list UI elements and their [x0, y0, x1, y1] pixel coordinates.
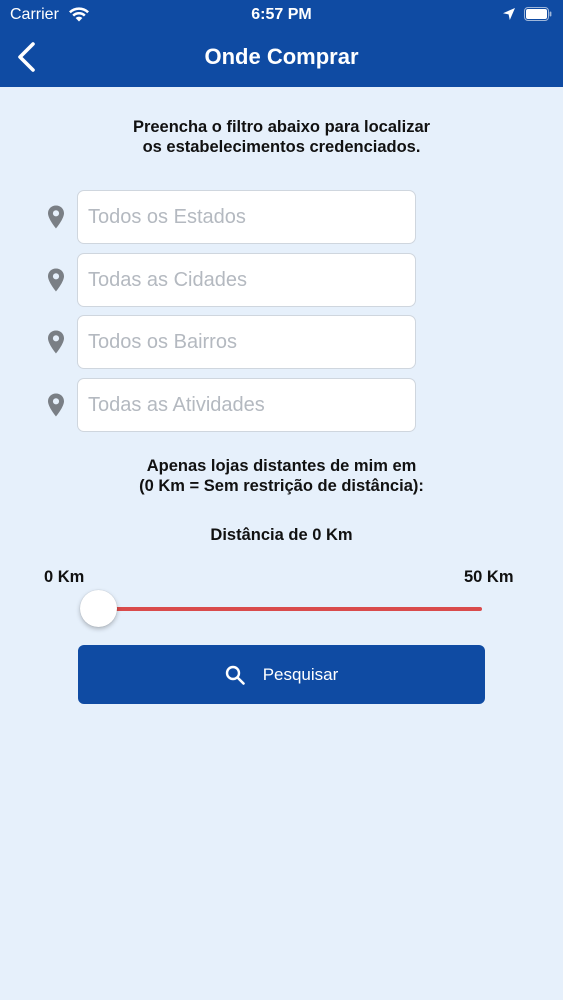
- location-arrow-icon: [503, 8, 515, 20]
- city-select-input[interactable]: [77, 253, 416, 307]
- state-select-input[interactable]: [77, 190, 416, 244]
- status-bar: Carrier 6:57 PM: [0, 0, 563, 30]
- distance-slider[interactable]: [80, 589, 484, 627]
- search-button[interactable]: Pesquisar: [78, 645, 485, 704]
- activity-select-input[interactable]: [77, 378, 416, 432]
- state-filter-row: [0, 190, 563, 244]
- page-title: Onde Comprar: [204, 44, 359, 69]
- navigation-bar: Carrier 6:57 PM Onde Comprar: [0, 0, 563, 87]
- search-icon: [225, 665, 245, 685]
- map-pin-icon: [48, 393, 64, 417]
- map-pin-icon: [48, 205, 64, 229]
- neighborhood-select-input[interactable]: [77, 315, 416, 369]
- slider-min-label: 0 Km: [44, 568, 85, 586]
- city-filter-row: [0, 253, 563, 307]
- slider-thumb[interactable]: [80, 590, 117, 627]
- intro-text: Preencha o filtro abaixo para localizar …: [60, 117, 503, 157]
- neighborhood-filter-row: [0, 315, 563, 369]
- intro-line-1: Preencha o filtro abaixo para localizar: [132, 118, 431, 136]
- slider-max-label: 50 Km: [464, 568, 514, 586]
- distance-description: Apenas lojas distantes de mim em (0 Km =…: [60, 456, 503, 496]
- map-pin-icon: [48, 268, 64, 292]
- battery-icon: [524, 7, 552, 21]
- intro-line-2: os estabelecimentos credenciados.: [142, 138, 421, 156]
- status-time: 6:57 PM: [251, 6, 312, 23]
- distance-line-1: Apenas lojas distantes de mim em: [146, 457, 417, 475]
- distance-line-2: (0 Km = Sem restrição de distância):: [139, 477, 424, 495]
- search-button-label: Pesquisar: [262, 664, 339, 684]
- activity-filter-row: [0, 378, 563, 432]
- slider-track[interactable]: [94, 607, 482, 611]
- map-pin-icon: [48, 330, 64, 354]
- distance-current-label: Distância de 0 Km: [210, 526, 353, 544]
